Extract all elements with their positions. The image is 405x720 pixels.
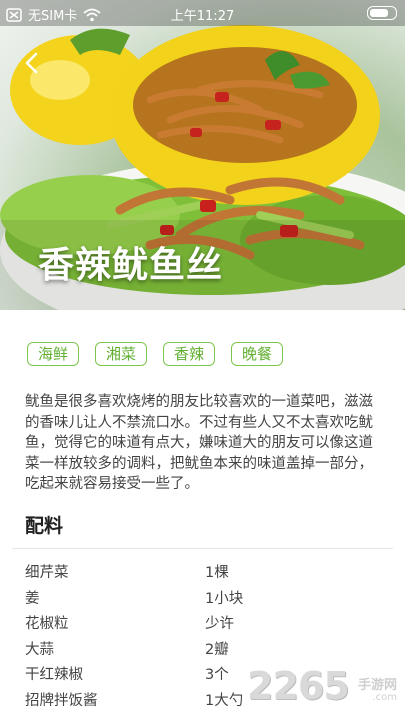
ingredient-name: 干红辣椒 <box>25 667 83 683</box>
back-button[interactable] <box>18 48 48 78</box>
recipe-hero-image: 无SIM卡 上午11:27 香辣鱿鱼丝 <box>0 0 405 310</box>
recipe-title: 香辣鱿鱼丝 <box>38 245 224 286</box>
chevron-left-icon <box>25 52 38 74</box>
status-bar: 无SIM卡 上午11:27 <box>0 0 405 26</box>
ingredient-quantity: 1棵 <box>205 565 229 581</box>
tag-dinner[interactable]: 晚餐 <box>231 342 284 366</box>
battery-icon <box>367 6 397 20</box>
site-watermark: 2265 手游网 .com <box>247 664 397 710</box>
watermark-number: 2265 <box>247 664 350 708</box>
tag-spicy[interactable]: 香辣 <box>163 342 216 366</box>
ingredient-quantity: 3个 <box>205 667 229 683</box>
ingredient-quantity: 少许 <box>205 616 234 632</box>
recipe-description: 鱿鱼是很多喜欢烧烤的朋友比较喜欢的一道菜吧，滋滋的香味儿让人不禁流口水。不过有些… <box>25 394 373 492</box>
status-time: 上午11:27 <box>170 9 235 24</box>
ingredient-row: 细芹菜 1棵 <box>0 558 405 584</box>
ingredient-name: 姜 <box>25 590 40 607</box>
ingredient-quantity: 1小块 <box>205 590 244 607</box>
tag-seafood[interactable]: 海鲜 <box>27 342 80 366</box>
ingredient-quantity: 1大勺 <box>205 692 244 709</box>
watermark-suffix: .com <box>372 692 397 703</box>
ingredient-quantity: 2瓣 <box>205 641 229 658</box>
ingredient-row: 姜 1小块 <box>0 584 405 610</box>
watermark-label: 手游网 <box>357 678 397 693</box>
ingredient-name: 细芹菜 <box>25 565 69 581</box>
ingredient-name: 大蒜 <box>25 641 54 658</box>
ingredient-row: 花椒粒 少许 <box>0 609 405 635</box>
tag-hunan[interactable]: 湘菜 <box>95 342 148 366</box>
tag-list: 海鲜 湘菜 香辣 晚餐 <box>27 342 284 366</box>
ingredient-row: 大蒜 2瓣 <box>0 635 405 661</box>
ingredients-heading: 配料 <box>25 515 64 537</box>
divider <box>12 548 393 549</box>
ingredient-name: 花椒粒 <box>25 616 69 632</box>
ingredient-name: 招牌拌饭酱 <box>25 692 98 709</box>
